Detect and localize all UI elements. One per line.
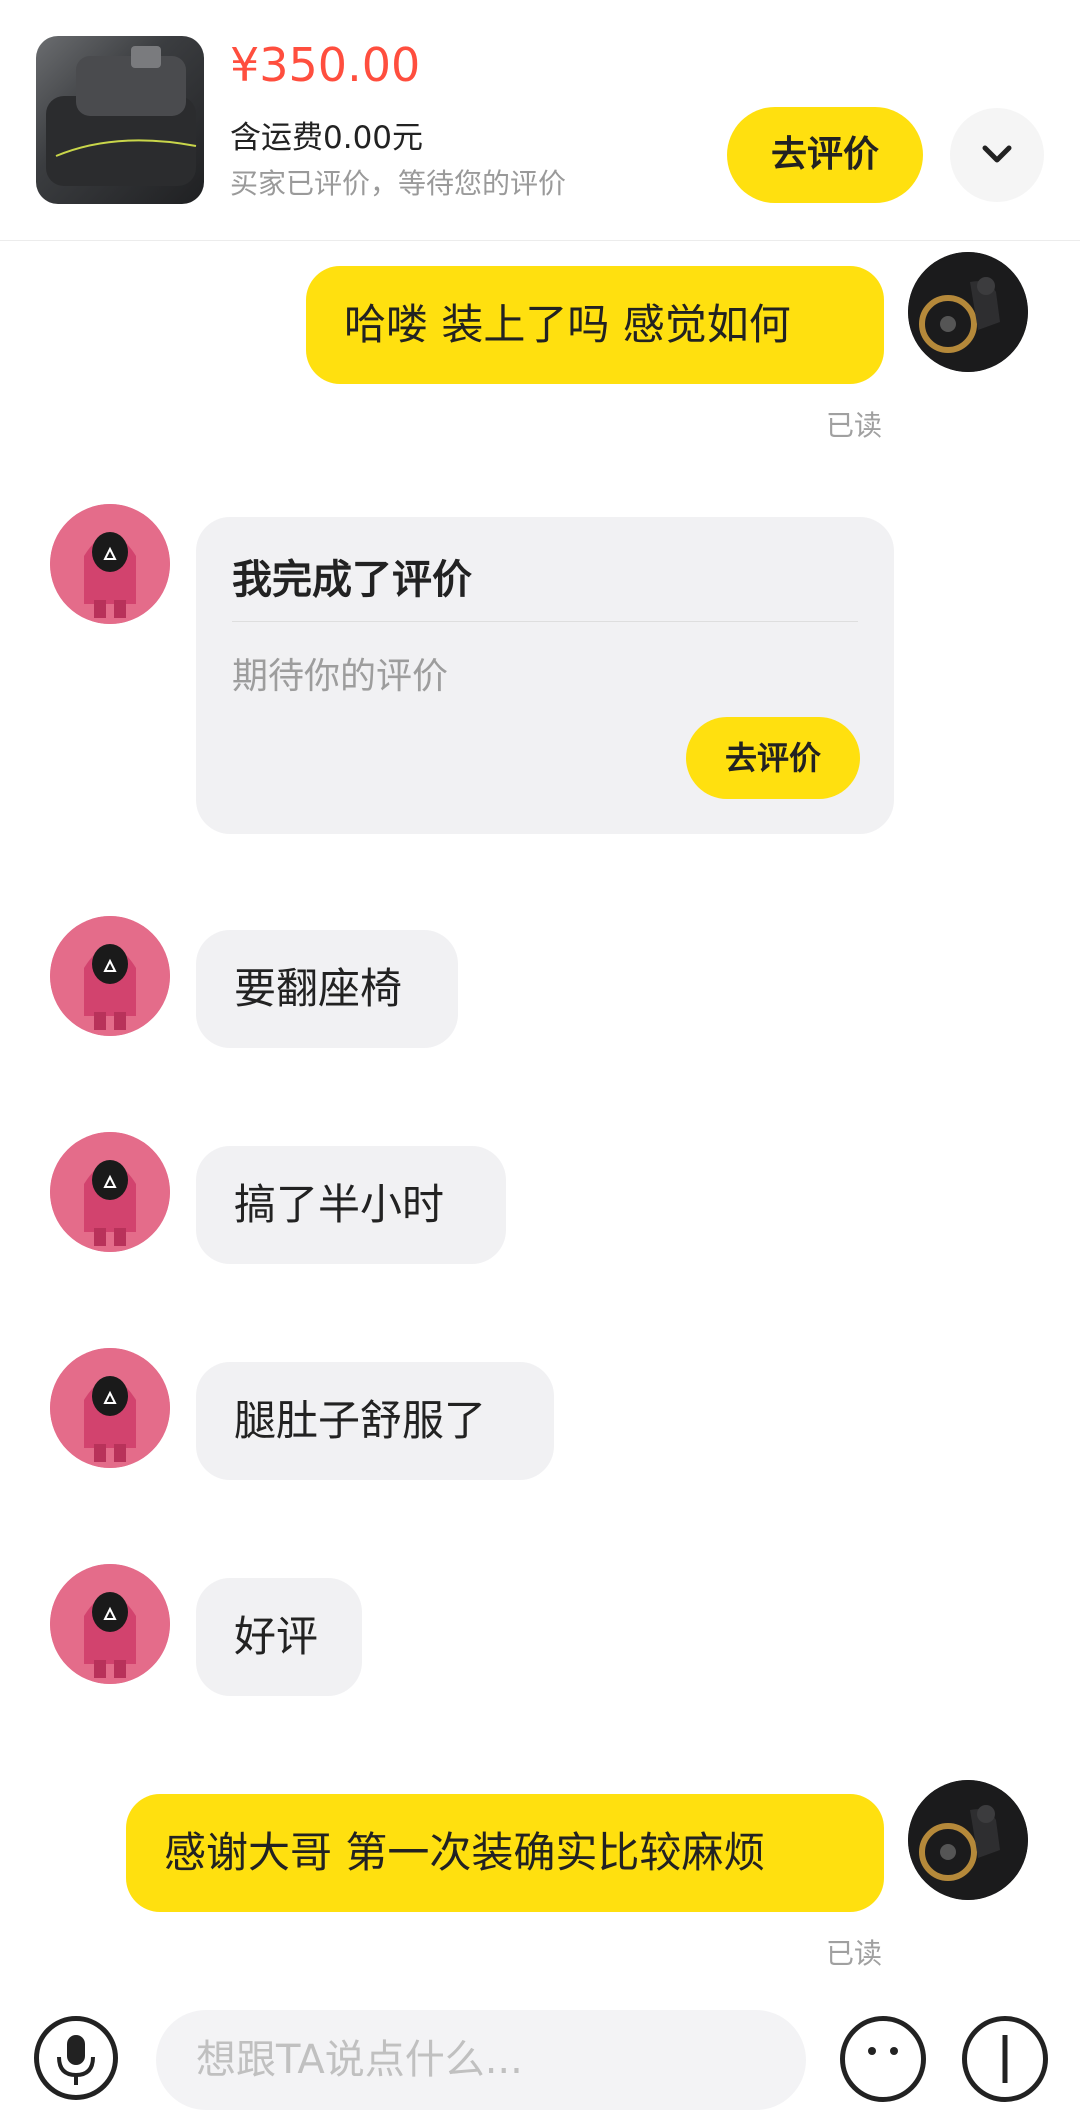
avatar-seller[interactable] [50,504,170,624]
message-input[interactable]: 想跟TA说点什么... [156,2010,806,2110]
product-price: ¥350.00 [230,38,421,92]
expand-button[interactable] [950,108,1044,202]
message-bubble-incoming[interactable]: 要翻座椅 [196,930,458,1048]
message-bubble-incoming[interactable]: 搞了半小时 [196,1146,506,1264]
message-bubble-outgoing[interactable]: 感谢大哥 第一次装确实比较麻烦 [126,1794,884,1912]
avatar-seller[interactable] [50,1348,170,1468]
message-bubble-incoming[interactable]: 腿肚子舒服了 [196,1362,554,1480]
input-bar: 想跟TA说点什么... [0,1990,1080,2110]
review-card-subtitle: 期待你的评价 [232,656,449,697]
divider [232,621,858,622]
shipping-fee: 含运费0.00元 [230,120,424,156]
voice-button[interactable] [34,2016,118,2100]
avatar-seller[interactable] [50,1564,170,1684]
order-status: 买家已评价，等待您的评价 [230,167,567,200]
microphone-icon [57,2035,95,2085]
read-status: 已读 [826,1937,883,1970]
emoji-icon [868,2047,898,2055]
avatar-seller[interactable] [50,916,170,1036]
plus-icon [1002,2035,1008,2083]
review-card-button[interactable]: 去评价 [686,717,860,799]
product-thumbnail[interactable] [36,36,204,204]
avatar-seller[interactable] [50,1132,170,1252]
message-bubble-outgoing[interactable]: 哈喽 装上了吗 感觉如何 [306,266,884,384]
review-card: 我完成了评价 期待你的评价 去评价 [196,517,894,834]
emoji-button[interactable] [840,2016,926,2102]
more-button[interactable] [962,2016,1048,2102]
review-card-title: 我完成了评价 [232,557,472,603]
review-button[interactable]: 去评价 [727,107,923,203]
order-header: ¥350.00 含运费0.00元 买家已评价，等待您的评价 去评价 [0,0,1080,241]
message-bubble-incoming[interactable]: 好评 [196,1578,362,1696]
read-status: 已读 [826,409,883,442]
chevron-down-icon [982,145,1012,163]
avatar-self[interactable] [908,252,1028,372]
avatar-self[interactable] [908,1780,1028,1900]
